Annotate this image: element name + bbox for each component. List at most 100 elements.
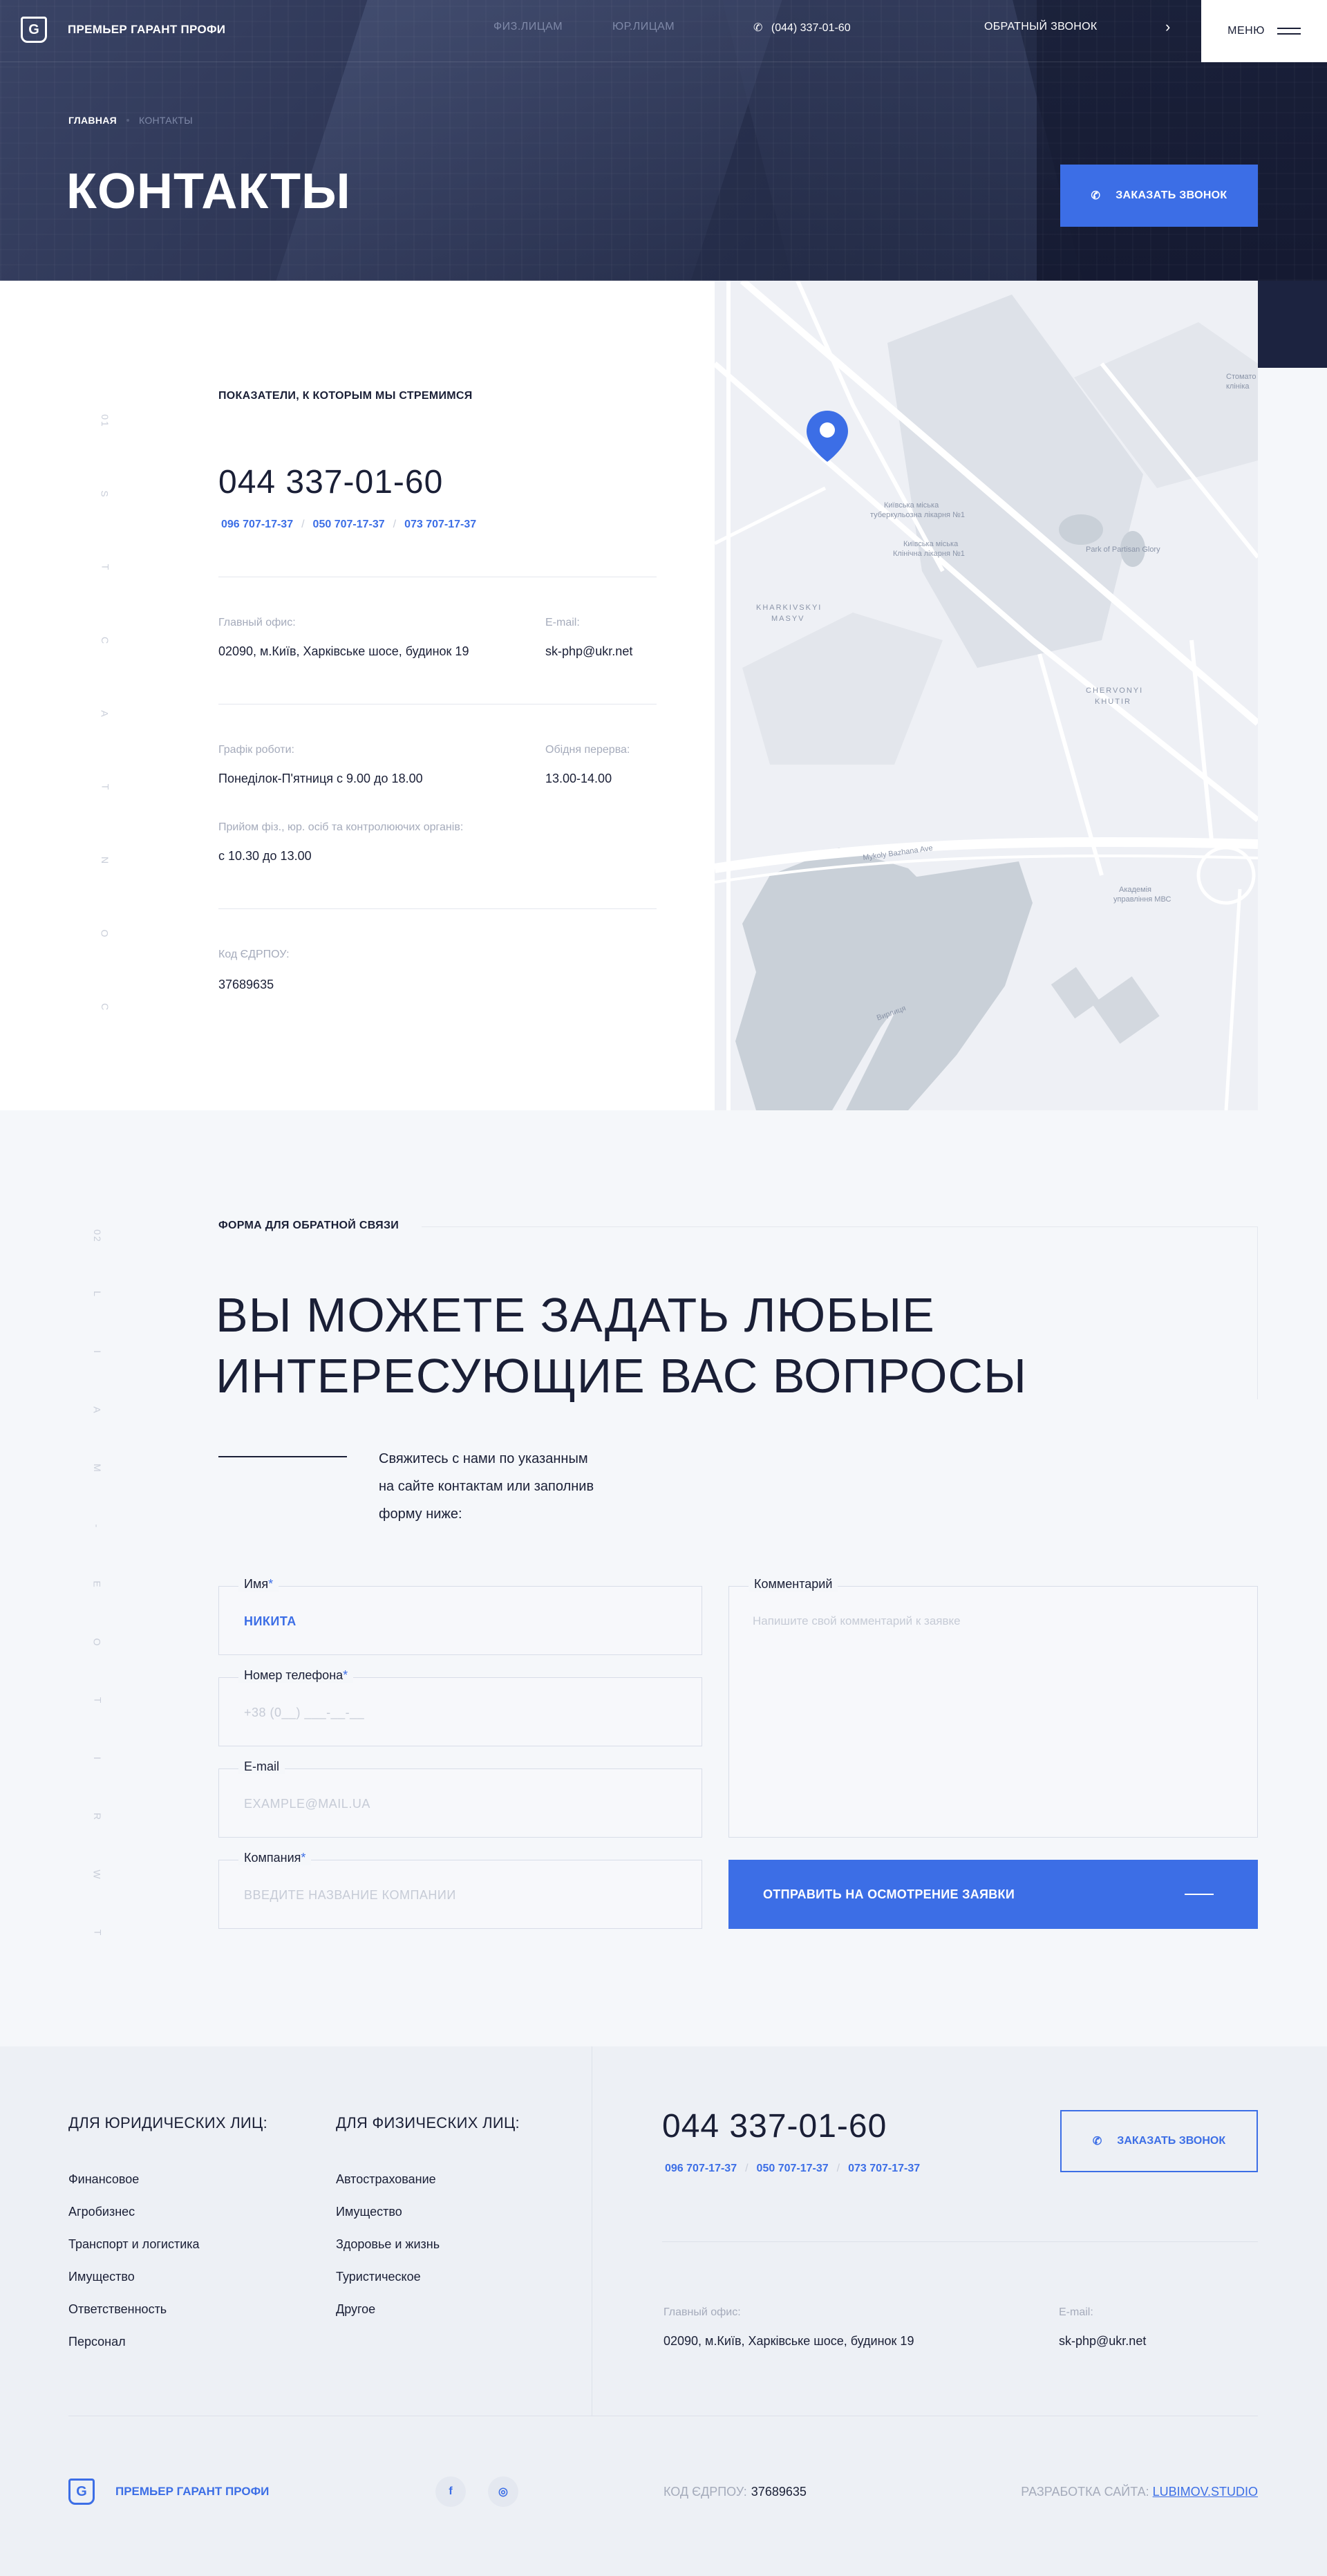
map-label: Київська міська [903, 540, 959, 548]
footer-office-label: Главный офис: [664, 2306, 741, 2318]
phone-icon: ✆ [1091, 190, 1101, 202]
map-district: KHUTIR [1095, 698, 1131, 706]
footer-link[interactable]: Автострахование [336, 2172, 440, 2205]
footer-legal-list: Финансовое Агробизнес Транспорт и логист… [68, 2172, 200, 2367]
developer-link[interactable]: LUBIMOV.STUDIO [1153, 2485, 1258, 2499]
breadcrumb-current: КОНТАКТЫ [139, 115, 193, 126]
map-label: туберкульозна лікарня №1 [870, 511, 965, 519]
email-field[interactable]: E-mail EXAMPLE@MAIL.UA [218, 1760, 702, 1838]
location-map[interactable]: Київська міська туберкульозна лікарня №1… [715, 281, 1258, 1110]
divider [218, 908, 657, 909]
footer-email-link[interactable]: sk-php@ukr.net [1059, 2334, 1146, 2349]
office-label: Главный офис: [218, 617, 296, 628]
map-label: Park of Partisan Glory [1086, 545, 1160, 554]
footer-link[interactable]: Имущество [336, 2205, 440, 2237]
intro-text: Свяжитесь с нами по указанным на сайте к… [379, 1451, 594, 1522]
map-district: KHARKIVSKYI [756, 604, 822, 612]
footer-link[interactable]: Ответственность [68, 2302, 200, 2335]
mobile-phone-link[interactable]: 096 707-17-37 [665, 2163, 737, 2175]
brand-name: ПРЕМЬЕР ГАРАНТ ПРОФИ [68, 23, 226, 36]
email-input-placeholder[interactable]: EXAMPLE@MAIL.UA [244, 1797, 370, 1811]
footer-link[interactable]: Персонал [68, 2335, 200, 2367]
instagram-icon[interactable]: ◎ [488, 2476, 518, 2507]
footer-order-call-button[interactable]: ✆ ЗАКАЗАТЬ ЗВОНОК [1060, 2110, 1258, 2172]
schedule-value: Понеділок-П'ятниця с 9.00 до 18.00 [218, 772, 423, 785]
footer-legal-title: ДЛЯ ЮРИДИЧЕСКИХ ЛИЦ: [68, 2114, 268, 2131]
footer-logo[interactable]: G ПРЕМЬЕР ГАРАНТ ПРОФИ [68, 2479, 269, 2505]
lunch-label: Обідня перерва: [545, 744, 630, 756]
mobile-phone-link[interactable]: 096 707-17-37 [221, 519, 293, 531]
divider [662, 2241, 1258, 2242]
footer-phone[interactable]: 044 337-01-60 [662, 2107, 887, 2145]
feedback-heading: ВЫ МОЖЕТЕ ЗАДАТЬ ЛЮБЫЕ ИНТЕРЕСУЮЩИЕ ВАС … [216, 1288, 1027, 1403]
nav-individuals[interactable]: ФИЗ.ЛИЦАМ [493, 21, 563, 33]
footer-personal-title: ДЛЯ ФИЗИЧЕСКИХ ЛИЦ: [336, 2114, 520, 2131]
map-label: Академія [1119, 886, 1151, 894]
company-field[interactable]: Компания* ВВЕДИТЕ НАЗВАНИЕ КОМПАНИИ [218, 1851, 702, 1929]
hero-banner: G ПРЕМЬЕР ГАРАНТ ПРОФИ ФИЗ.ЛИЦАМ ЮР.ЛИЦА… [0, 0, 1327, 281]
developer-credit: РАЗРАБОТКА САЙТА: LUBIMOV.STUDIO [1021, 2485, 1258, 2499]
callback-link[interactable]: ОБРАТНЫЙ ЗВОНОК [984, 21, 1097, 33]
footer-office-address: 02090, м.Київ, Харківське шосе, будинок … [664, 2334, 914, 2348]
footer-link[interactable]: Здоровье и жизнь [336, 2237, 440, 2270]
edrpou-label: Код ЄДРПОУ: [218, 949, 290, 960]
footer-link[interactable]: Финансовое [68, 2172, 200, 2205]
map-label: Стомато [1226, 373, 1256, 381]
footer-link[interactable]: Имущество [68, 2270, 200, 2302]
edrpou-value: 37689635 [218, 978, 274, 991]
feedback-section: 02 L I A M - E O T I R W T ФОРМА ДЛЯ ОБР… [0, 1110, 1327, 2046]
facebook-icon[interactable]: f [435, 2476, 466, 2507]
arrow-icon [1185, 1894, 1214, 1895]
divider [1257, 1226, 1258, 1399]
footer-link[interactable]: Другое [336, 2302, 440, 2335]
menu-button[interactable]: МЕНЮ [1201, 0, 1327, 62]
footer-personal-list: Автострахование Имущество Здоровье и жиз… [336, 2172, 440, 2335]
breadcrumb-home[interactable]: ГЛАВНАЯ [68, 115, 117, 126]
site-logo[interactable]: G ПРЕМЬЕР ГАРАНТ ПРОФИ [21, 17, 225, 43]
order-call-button[interactable]: ✆ ЗАКАЗАТЬ ЗВОНОК [1060, 165, 1258, 227]
section-label: ФОРМА ДЛЯ ОБРАТНОЙ СВЯЗИ [218, 1220, 399, 1231]
map-label: управління МВС [1113, 895, 1171, 904]
header-phone[interactable]: ✆ (044) 337-01-60 [753, 21, 851, 35]
mobile-phone-link[interactable]: 073 707-17-37 [404, 519, 476, 531]
map-label: Київська міська [884, 501, 939, 510]
map-district: MASYV [771, 615, 805, 623]
mobile-phone-link[interactable]: 073 707-17-37 [848, 2163, 920, 2175]
vertical-section-label: 01 S T C A T N O C [99, 414, 111, 1012]
top-navigation: G ПРЕМЬЕР ГАРАНТ ПРОФИ ФИЗ.ЛИЦАМ ЮР.ЛИЦА… [0, 0, 1327, 62]
decorative-line [218, 1456, 347, 1457]
email-link[interactable]: sk-php@ukr.net [545, 644, 632, 659]
footer-edrpou: КОД ЄДРПОУ: 37689635 [664, 2485, 807, 2499]
footer-link[interactable]: Туристическое [336, 2270, 440, 2302]
footer-link[interactable]: Транспорт и логистика [68, 2237, 200, 2270]
company-input-placeholder[interactable]: ВВЕДИТЕ НАЗВАНИЕ КОМПАНИИ [244, 1888, 456, 1903]
phone-field[interactable]: Номер телефона* +38 (0__) ___-__-__ [218, 1668, 702, 1746]
phone-icon: ✆ [1092, 2136, 1102, 2147]
breadcrumb-separator [126, 119, 130, 122]
mobile-phones: 096 707-17-37 / 050 707-17-37 / 073 707-… [221, 519, 477, 531]
page-title: КОНТАКТЫ [66, 164, 351, 219]
phone-input-placeholder[interactable]: +38 (0__) ___-__-__ [244, 1706, 364, 1720]
lunch-value: 13.00-14.00 [545, 772, 612, 785]
name-input-value[interactable]: НИКИТА [244, 1614, 297, 1629]
footer-brand-name: ПРЕМЬЕР ГАРАНТ ПРОФИ [115, 2485, 270, 2498]
reception-value: с 10.30 до 13.00 [218, 849, 312, 863]
submit-button[interactable]: ОТПРАВИТЬ НА ОСМОТРЕНИЕ ЗАЯВКИ [728, 1860, 1258, 1929]
reception-label: Прийом фіз., юр. осіб та контролюючих ор… [218, 821, 464, 833]
footer-email-label: E-mail: [1059, 2306, 1093, 2318]
footer: ДЛЯ ЮРИДИЧЕСКИХ ЛИЦ: Финансовое Агробизн… [0, 2046, 1327, 2576]
main-phone[interactable]: 044 337-01-60 [218, 463, 443, 501]
office-address: 02090, м.Київ, Харківське шосе, будинок … [218, 644, 469, 658]
comment-input-placeholder[interactable]: Напишите свой комментарий к заявке [753, 1614, 961, 1628]
logo-icon: G [68, 2479, 95, 2505]
footer-link[interactable]: Агробизнес [68, 2205, 200, 2237]
contacts-section: 01 S T C A T N O C ПОКАЗАТЕЛИ, К КОТОРЫМ… [0, 281, 715, 1110]
name-field[interactable]: Имя* НИКИТА [218, 1577, 702, 1655]
map-canvas: Київська міська туберкульозна лікарня №1… [715, 281, 1258, 1110]
chevron-right-icon[interactable]: › [1165, 18, 1170, 36]
menu-label: МЕНЮ [1227, 25, 1265, 37]
comment-field[interactable]: Комментарий Напишите свой комментарий к … [728, 1577, 1258, 1838]
nav-legal-entities[interactable]: ЮР.ЛИЦАМ [612, 21, 675, 33]
mobile-phone-link[interactable]: 050 707-17-37 [757, 2163, 829, 2175]
mobile-phone-link[interactable]: 050 707-17-37 [313, 519, 385, 531]
